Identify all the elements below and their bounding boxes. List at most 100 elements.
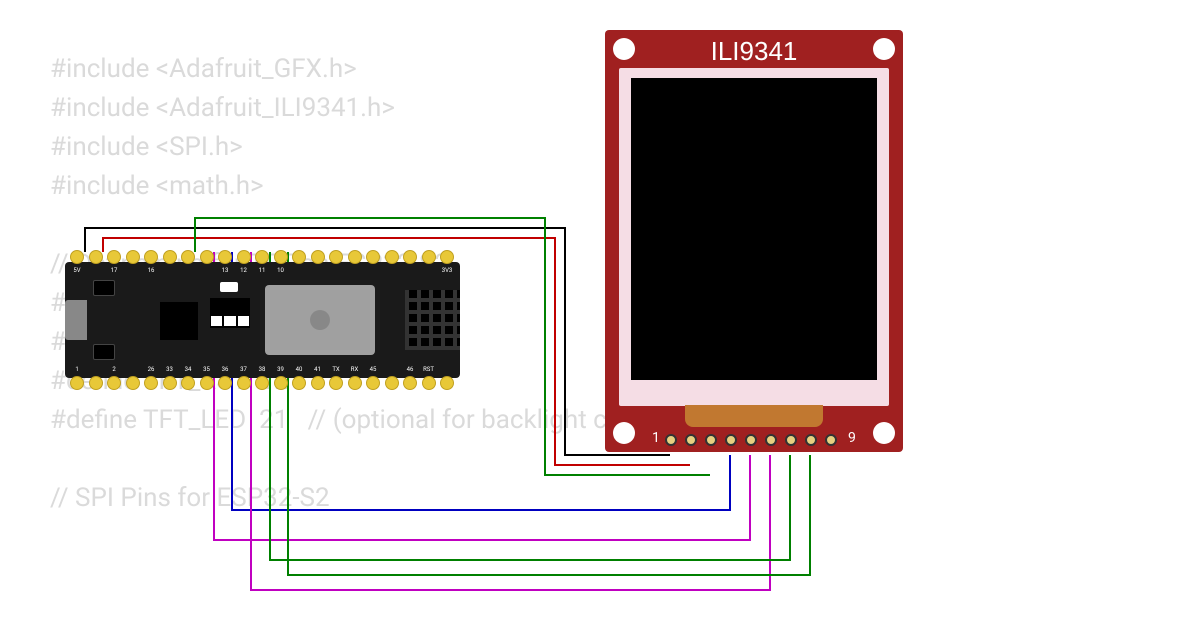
pin-label <box>348 267 362 274</box>
header-pin <box>329 376 343 390</box>
display-pin <box>745 434 757 446</box>
pin-label: 34 <box>181 366 195 373</box>
header-pin <box>366 250 380 264</box>
header-pin <box>70 250 84 264</box>
pin-label: 33 <box>163 366 177 373</box>
header-pin <box>311 250 325 264</box>
pin-label: RX <box>348 366 362 373</box>
header-pin <box>144 376 158 390</box>
pin-label <box>163 267 177 274</box>
header-pin <box>218 376 232 390</box>
header-pin <box>218 250 232 264</box>
esp32-bot-labels: 1226333435363738394041TXRX4546RST <box>70 366 454 373</box>
display-title: ILI9341 <box>605 36 903 67</box>
header-pin <box>107 250 121 264</box>
pin-label <box>422 267 436 274</box>
pin-label <box>89 267 103 274</box>
display-pin <box>685 434 697 446</box>
pin-label <box>385 267 399 274</box>
header-pin <box>255 250 269 264</box>
usb-port <box>65 300 87 340</box>
header-pin <box>163 376 177 390</box>
boot-button <box>93 280 115 296</box>
display-pin-header <box>665 434 837 446</box>
header-pin <box>255 376 269 390</box>
header-pin <box>237 376 251 390</box>
header-pin <box>329 250 343 264</box>
pin-label: TX <box>329 366 343 373</box>
mount-hole-icon <box>873 422 895 444</box>
esp32-top-labels: 5V 17 16 13 12 11 10 3V3 <box>70 267 454 274</box>
header-pin <box>440 250 454 264</box>
header-pin <box>403 250 417 264</box>
esp32-top-pins <box>70 250 454 264</box>
header-pin <box>348 250 362 264</box>
pin-label <box>329 267 343 274</box>
pin-label: 46 <box>403 366 417 373</box>
pin-label <box>292 267 306 274</box>
pin-label: RST <box>422 366 436 373</box>
pin-label: 1 <box>70 366 84 373</box>
header-pin <box>274 376 288 390</box>
esp32-bottom-pins <box>70 376 454 390</box>
voltage-regulator <box>210 298 250 328</box>
pin-label <box>366 267 380 274</box>
pin-label <box>181 267 195 274</box>
header-pin <box>89 250 103 264</box>
pin-label <box>89 366 103 373</box>
header-pin <box>274 250 288 264</box>
header-pin <box>107 376 121 390</box>
header-pin <box>366 376 380 390</box>
pin-label: 36 <box>218 366 232 373</box>
pcb-antenna <box>405 290 460 350</box>
pin-label <box>403 267 417 274</box>
pin-label <box>126 267 140 274</box>
pin-label: 2 <box>107 366 121 373</box>
pin-label: 13 <box>218 267 232 274</box>
display-pin <box>665 434 677 446</box>
header-pin <box>403 376 417 390</box>
display-pin <box>705 434 717 446</box>
header-pin <box>311 376 325 390</box>
header-pin <box>163 250 177 264</box>
header-pin <box>126 376 140 390</box>
header-pin <box>348 376 362 390</box>
pin-label: 5V <box>70 267 84 274</box>
header-pin <box>89 376 103 390</box>
header-pin <box>126 250 140 264</box>
espressif-logo-icon <box>310 310 330 330</box>
header-pin <box>385 376 399 390</box>
header-pin <box>292 250 306 264</box>
display-pin <box>805 434 817 446</box>
ili9341-display: ILI9341 1 9 <box>605 30 903 452</box>
header-pin <box>181 250 195 264</box>
pin-label: 17 <box>107 267 121 274</box>
flex-ribbon <box>685 405 823 427</box>
rgb-led <box>220 282 238 292</box>
pin-label: 16 <box>144 267 158 274</box>
header-pin <box>440 376 454 390</box>
header-pin <box>200 376 214 390</box>
pin-1-label: 1 <box>652 430 660 446</box>
display-pin <box>785 434 797 446</box>
pin-label <box>385 366 399 373</box>
pin-label: 35 <box>200 366 214 373</box>
pin-label <box>126 366 140 373</box>
pin-label: 41 <box>311 366 325 373</box>
header-pin <box>422 376 436 390</box>
pin-label: 45 <box>366 366 380 373</box>
display-pin <box>725 434 737 446</box>
display-screen <box>631 78 877 380</box>
esp32-board: 5V1716131211103V3 1226333435363738394041… <box>65 250 460 390</box>
pin-label: 12 <box>237 267 251 274</box>
header-pin <box>292 376 306 390</box>
display-pin <box>825 434 837 446</box>
pin-label: 3V3 <box>440 267 454 274</box>
pin-label: 11 <box>255 267 269 274</box>
header-pin <box>422 250 436 264</box>
esp32-chip <box>160 302 198 340</box>
esp32-pcb <box>65 262 460 378</box>
reset-button <box>93 344 115 360</box>
rf-shield <box>265 285 375 355</box>
pin-label: 10 <box>274 267 288 274</box>
